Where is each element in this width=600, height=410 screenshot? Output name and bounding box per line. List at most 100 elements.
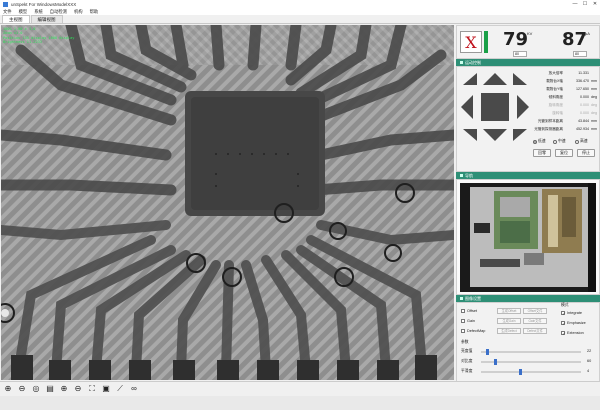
checkbox-box [561,321,565,325]
navigation-camera-view[interactable] [460,183,596,292]
stop-center-icon[interactable] [481,93,509,121]
menu-help[interactable]: 帮助 [90,9,99,15]
arrow-down-right-icon[interactable] [513,129,527,141]
menu-system[interactable]: 系统 [34,9,43,15]
row-label: 旋转角度 [548,103,563,107]
offset-file-button[interactable]: Offset文件 [523,308,547,314]
checkbox-label: Emphasize [567,321,586,325]
home-button[interactable]: 回零 [533,149,551,157]
radio-indicator [533,139,537,144]
overlay-line: Brightness 11.2233 [3,40,42,45]
zoom-in-icon[interactable]: ⊕ [59,384,69,394]
defectmap-checkbox[interactable]: DefectMap [461,329,485,333]
arrow-up-right-icon[interactable] [513,73,527,85]
link-icon[interactable]: ∞ [129,384,139,394]
tab-main-view[interactable]: 主视图 [2,15,30,23]
xray-toggle-button[interactable]: X [460,31,482,53]
minimize-button[interactable]: — [570,1,580,7]
fit-icon[interactable]: ⛶ [87,384,97,394]
gain-checkbox[interactable]: Gain [461,319,475,323]
emphasize-checkbox[interactable]: Emphasize [561,321,586,325]
smoothness-label: 平滑度 [461,369,473,373]
radio-label: 低速 [538,139,546,143]
checkbox-box [461,319,465,323]
direction-pad [461,73,529,141]
kv-readout: 79 [503,29,529,50]
row-unit: deg [591,103,597,107]
generate-offset-button[interactable]: 生成Offset [497,308,521,314]
defect-file-button[interactable]: Defect文件 [523,328,547,334]
checkbox-box [461,309,465,313]
row-label: 旋转轴 [552,111,563,115]
xray-image-viewer[interactable]: 100% 1.00 x 1.0 Zoom x1.0 Position 135 d… [1,25,454,380]
speed-mid-radio[interactable]: 中速 [553,139,566,144]
row-value: 11.331 [578,71,589,75]
save-icon[interactable]: ▤ [45,384,55,394]
maximize-button[interactable]: ☐ [580,1,590,7]
xray-source-panel: X 79 KV 87 μA 80 80 [456,25,600,59]
close-button[interactable]: ✕ [590,1,600,7]
brightness-slider[interactable] [481,349,581,355]
generate-gain-button[interactable]: 生成Gain [497,318,521,324]
ua-spinbox[interactable]: 80 [573,51,587,57]
title-bar: unSpekt For WindowsModelXXX — ☐ ✕ [0,0,600,8]
row-label: 载物台Y轴 [546,87,563,91]
menu-auto-inspect[interactable]: 自动检测 [50,9,67,15]
row-label: 放大倍率 [548,71,563,75]
row-label: 光管到探测器距离 [534,127,563,131]
reset-button[interactable]: 复位 [555,149,573,157]
menu-model[interactable]: 模型 [19,9,28,15]
slider-thumb[interactable] [519,369,522,375]
minus-circle-icon[interactable]: ⊖ [17,384,27,394]
row-value: 127.650 [576,87,589,91]
offset-checkbox[interactable]: Offset [461,309,477,313]
plus-circle-icon[interactable]: ⊕ [3,384,13,394]
crop-icon[interactable]: ▣ [101,384,111,394]
speed-high-radio[interactable]: 高速 [575,139,588,144]
menu-mechanism[interactable]: 机构 [74,9,83,15]
row-label: 光管到样本距离 [537,119,563,123]
smoothness-slider[interactable] [481,369,581,375]
radio-indicator [553,139,557,144]
arrow-left-icon[interactable] [461,95,473,119]
camera-icon[interactable]: ◎ [31,384,41,394]
arrow-up-left-icon[interactable] [463,73,477,85]
stop-button[interactable]: 停止 [577,149,595,157]
app-icon [3,1,8,7]
speed-low-radio[interactable]: 低速 [533,139,546,144]
checkbox-label: Extension [567,331,584,335]
navigation-panel-header: 导航 [456,172,600,179]
row-value: 0.000 [580,111,589,115]
row-label: 倾斜角度 [548,95,563,99]
integrate-checkbox[interactable]: Integrate [561,311,582,315]
row-value: 0.000 [580,95,589,99]
generate-defect-button[interactable]: 生成Defect [497,328,521,334]
tab-edit-view[interactable]: 编辑视图 [30,15,63,23]
smoothness-value: 4 [587,369,590,373]
checkbox-label: Integrate [567,311,582,315]
mode-title: 模式 [561,303,569,307]
arrow-down-left-icon[interactable] [463,129,477,141]
slider-thumb[interactable] [486,349,489,355]
gain-file-button[interactable]: Gain文件 [523,318,547,324]
measure-icon[interactable]: ⟋ [115,384,125,394]
arrow-up-icon[interactable] [483,73,507,85]
arrow-down-icon[interactable] [483,129,507,141]
extension-checkbox[interactable]: Extension [561,331,584,335]
row-value: 0.000 [580,103,589,107]
brightness-value: 22 [587,349,592,353]
motion-panel-title: 运动控制 [465,60,481,65]
brightness-label: 亮度值 [461,349,473,353]
arrow-right-icon[interactable] [517,95,529,119]
row-value: 452.934 [576,127,589,131]
zoom-out-icon[interactable]: ⊖ [73,384,83,394]
window-controls: — ☐ ✕ [570,1,600,7]
checkbox-box [561,331,565,335]
slider-thumb[interactable] [494,359,497,365]
view-tabs: 主视图 编辑视图 [0,15,600,24]
checkbox-label: Offset [467,309,478,313]
menu-file[interactable]: 文件 [3,9,12,15]
kv-spinbox[interactable]: 80 [513,51,527,57]
contrast-slider[interactable] [481,359,581,365]
settings-panel-header: 图像设置 [456,295,600,302]
